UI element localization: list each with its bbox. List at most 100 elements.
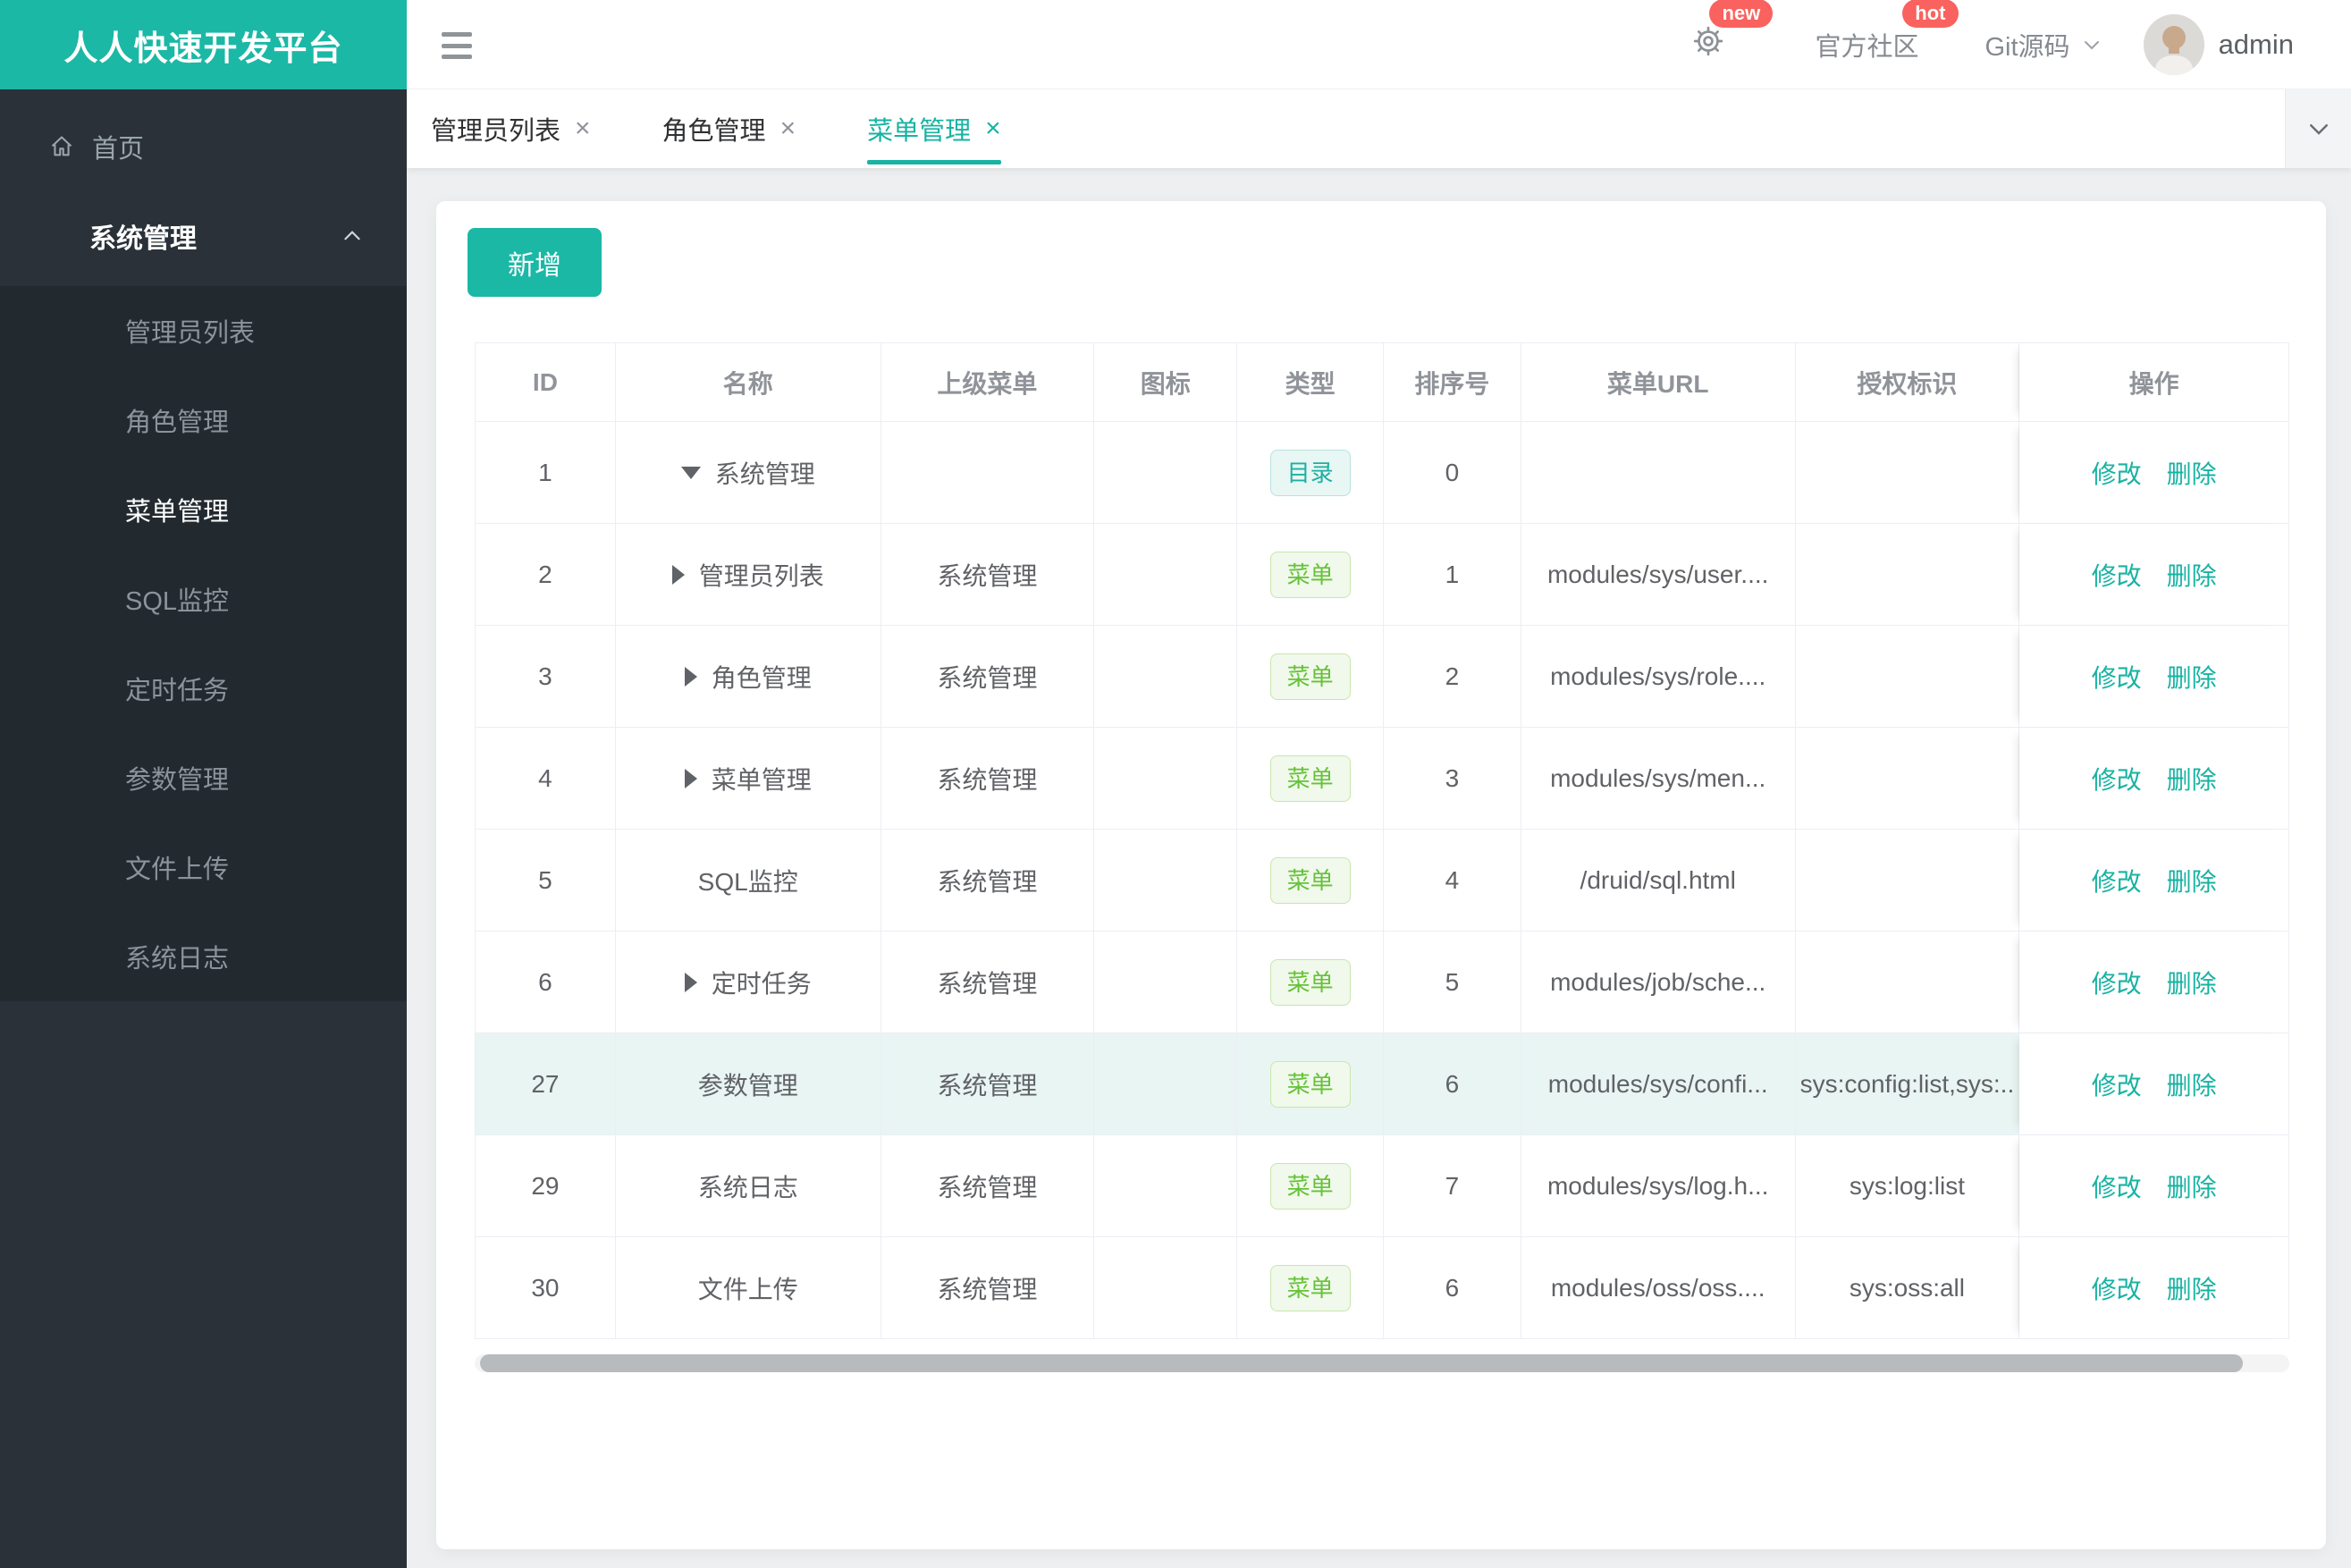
cell-sort: 6 [1384, 1237, 1521, 1338]
sidebar-item-7[interactable]: 系统日志 [0, 912, 407, 1001]
tree-expand-icon[interactable] [684, 972, 697, 992]
column-header: 授权标识 [1796, 343, 2020, 421]
column-header: 菜单URL [1521, 343, 1796, 421]
edit-link[interactable]: 修改 [2092, 659, 2142, 695]
table-row: 6 定时任务 系统管理 菜单 5 modules/job/sche... 修改 删除 [476, 932, 2288, 1033]
cell-icon [1094, 728, 1238, 829]
cell-name: 菜单管理 [616, 728, 881, 829]
cell-sort: 6 [1384, 1033, 1521, 1134]
user-menu[interactable]: admin [2219, 29, 2294, 61]
sidebar-group-system[interactable]: 系统管理 [0, 190, 407, 282]
avatar[interactable] [2143, 14, 2204, 75]
horizontal-scrollbar-thumb[interactable] [480, 1354, 2243, 1372]
table-row: 29 系统日志 系统管理 菜单 7 modules/sys/log.h... sys:log… [476, 1135, 2288, 1237]
sidebar-toggle-icon[interactable] [442, 32, 474, 59]
table-row: 5 SQL监控 系统管理 菜单 4/druid/sql.html 修改 删除 [476, 830, 2288, 932]
sidebar-item-0[interactable]: 管理员列表 [0, 286, 407, 375]
cell-icon [1094, 1237, 1238, 1338]
sidebar-item-6[interactable]: 文件上传 [0, 822, 407, 912]
git-source-dropdown[interactable]: Git源码 [1985, 26, 2102, 63]
menu-name: 系统日志 [697, 1173, 798, 1201]
delete-link[interactable]: 删除 [2167, 659, 2217, 695]
cell-actions: 修改 删除 [2019, 728, 2288, 829]
type-badge: 菜单 [1269, 551, 1351, 598]
delete-link[interactable]: 删除 [2167, 761, 2217, 797]
tab-0[interactable]: 管理员列表 × [431, 89, 591, 168]
brand-logo: 人人快速开发平台 [0, 0, 407, 89]
delete-link[interactable]: 删除 [2167, 1066, 2217, 1102]
hamburger-bar [442, 43, 472, 48]
tree-collapse-icon[interactable] [680, 466, 701, 479]
column-header: 排序号 [1384, 343, 1521, 421]
cell-icon [1094, 422, 1238, 523]
cell-auth [1796, 932, 2020, 1033]
edit-link[interactable]: 修改 [2092, 1066, 2142, 1102]
cell-actions: 修改 删除 [2019, 1135, 2288, 1236]
edit-link[interactable]: 修改 [2092, 1168, 2142, 1204]
add-button[interactable]: 新增 [468, 228, 602, 297]
edit-link[interactable]: 修改 [2092, 863, 2142, 898]
cell-id: 4 [476, 728, 616, 829]
cell-type: 菜单 [1237, 524, 1384, 625]
chevron-down-icon [2081, 34, 2102, 55]
settings-button[interactable]: new [1691, 0, 1774, 65]
content-card: 新增 ID 名称 上级菜单 图标 类型 排序号 菜单URL 授权标识 操作 1 系统管理 目录 0 修改删… [436, 201, 2326, 1549]
sidebar-item-1[interactable]: 角色管理 [0, 375, 407, 465]
cell-parent [881, 422, 1095, 523]
cell-name: 定时任务 [616, 932, 881, 1033]
tab-close-icon[interactable]: × [985, 115, 1001, 142]
sidebar-item-home[interactable]: 首页 [0, 114, 407, 179]
edit-link[interactable]: 修改 [2092, 965, 2142, 1000]
type-badge: 菜单 [1269, 958, 1351, 1006]
cell-actions: 修改 删除 [2019, 932, 2288, 1033]
delete-link[interactable]: 删除 [2167, 557, 2217, 593]
cell-auth [1796, 728, 2020, 829]
edit-link[interactable]: 修改 [2092, 1270, 2142, 1306]
tab-1[interactable]: 角色管理 × [662, 89, 796, 168]
tab-close-icon[interactable]: × [780, 115, 796, 142]
menu-table: ID 名称 上级菜单 图标 类型 排序号 菜单URL 授权标识 操作 1 系统管理 目录 0 修改 删除 2 管… [475, 342, 2289, 1339]
cell-sort: 0 [1384, 422, 1521, 523]
menu-name: 系统管理 [714, 459, 815, 488]
chevron-down-icon [2309, 124, 2328, 135]
table-row: 27 参数管理 系统管理 菜单 6 modules/sys/confi... sys:con… [476, 1033, 2288, 1135]
sidebar-home-label: 首页 [92, 135, 145, 164]
cell-actions: 修改 删除 [2019, 830, 2288, 931]
cell-type: 菜单 [1237, 932, 1384, 1033]
sidebar-item-4[interactable]: 定时任务 [0, 644, 407, 733]
sidebar-item-5[interactable]: 参数管理 [0, 733, 407, 822]
tree-expand-icon[interactable] [684, 666, 697, 687]
community-link[interactable]: 官方社区 hot [1815, 0, 1959, 63]
tree-expand-icon[interactable] [671, 564, 685, 585]
delete-link[interactable]: 删除 [2167, 1168, 2217, 1204]
sidebar-item-3[interactable]: SQL监控 [0, 554, 407, 644]
sidebar-item-2[interactable]: 菜单管理 [0, 465, 407, 554]
delete-link[interactable]: 删除 [2167, 1270, 2217, 1306]
delete-link[interactable]: 删除 [2167, 863, 2217, 898]
tree-expand-icon[interactable] [684, 768, 697, 788]
community-label: 官方社区 [1815, 33, 1919, 62]
cell-name: SQL监控 [616, 830, 881, 931]
delete-link[interactable]: 删除 [2167, 965, 2217, 1000]
tab-2[interactable]: 菜单管理 × [867, 89, 1001, 168]
sidebar-item-label: 定时任务 [125, 677, 230, 705]
tab-close-icon[interactable]: × [575, 115, 591, 142]
table-row: 3 角色管理 系统管理 菜单 2 modules/sys/role.... 修改 删除 [476, 626, 2288, 728]
type-badge: 菜单 [1269, 1162, 1351, 1210]
cell-id: 27 [476, 1033, 616, 1134]
cell-parent: 系统管理 [881, 1135, 1095, 1236]
type-badge: 目录 [1269, 449, 1351, 496]
edit-link[interactable]: 修改 [2092, 455, 2142, 491]
tab-overflow-button[interactable] [2285, 89, 2351, 168]
delete-link[interactable]: 删除 [2167, 455, 2217, 491]
menu-name: SQL监控 [697, 867, 798, 896]
sidebar-submenu: 管理员列表角色管理菜单管理 SQL监控定时任务参数管理文件上传 系统日志 [0, 286, 407, 1001]
cell-auth [1796, 830, 2020, 931]
edit-link[interactable]: 修改 [2092, 557, 2142, 593]
edit-link[interactable]: 修改 [2092, 761, 2142, 797]
cell-parent: 系统管理 [881, 626, 1095, 727]
cell-icon [1094, 1135, 1238, 1236]
tab-label: 角色管理 [661, 117, 766, 146]
sidebar-item-label: 角色管理 [125, 409, 230, 437]
sidebar-item-label: 参数管理 [125, 766, 230, 795]
